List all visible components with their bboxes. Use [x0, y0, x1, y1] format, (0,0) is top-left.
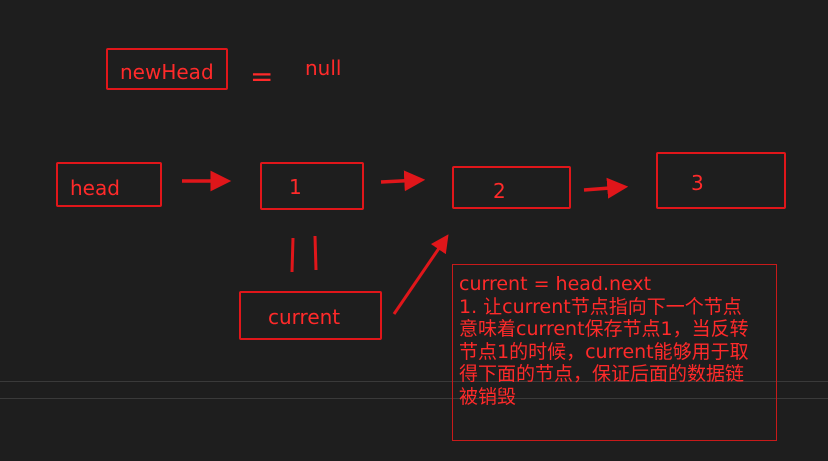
arrow-node-2-to-node-3: [583, 177, 629, 199]
note-line-3: 意味着current保存节点1，当反转: [459, 318, 749, 341]
explanation-note: current = head.next 1. 让current节点指向下一个节点…: [452, 264, 777, 441]
note-line-2: 1. 让current节点指向下一个节点: [459, 295, 742, 318]
note-line-1: current = head.next: [459, 273, 652, 295]
note-line-4: 节点1的时候，current能够用于取: [459, 340, 749, 363]
arrow-current-to-node-2: [392, 234, 449, 315]
arrow-node-1-to-node-2: [380, 170, 426, 192]
equality-bar-left: [290, 237, 295, 273]
note-line-5: 得下面的节点，保证后面的数据链: [459, 363, 745, 386]
note-line-6: 被销毁: [459, 385, 517, 408]
equality-bar-right: [313, 235, 318, 271]
